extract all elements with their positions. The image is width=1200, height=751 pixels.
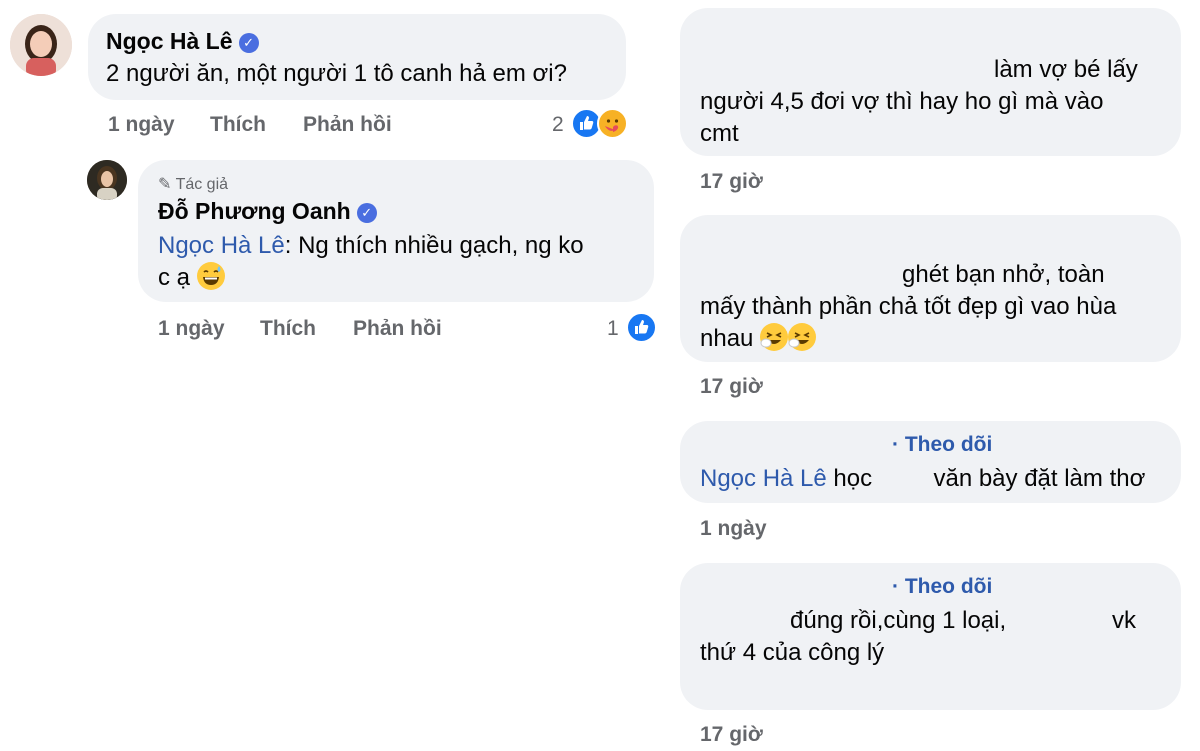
author-name[interactable]: Ngọc Hà Lê: [106, 28, 233, 54]
laughing-emoji-icon: [788, 323, 817, 351]
reply-bubble: ✎ Tác giả Đỗ Phương Oanh ✓ Ngọc Hà Lê: Ng…: [138, 160, 654, 302]
author-name[interactable]: Đỗ Phương Oanh: [158, 198, 351, 224]
comment-text: nhau: [700, 323, 817, 355]
like-button[interactable]: Thích: [260, 317, 316, 341]
reply-button[interactable]: Phản hồi: [303, 113, 392, 137]
comment-text: người 4,5 đơi vợ thì hay ho gì mà vào: [700, 88, 1104, 115]
verified-icon: ✓: [238, 33, 259, 53]
like-button[interactable]: Thích: [210, 113, 266, 137]
grin-sweat-emoji-icon: [196, 262, 225, 290]
comment-text: làm vợ bé lấy: [994, 56, 1138, 83]
author-badge-label: Tác giả: [175, 176, 229, 193]
comment-text: đúng rồi,cùng 1 loại,: [790, 607, 1007, 634]
comment-time[interactable]: 17 giờ: [700, 723, 763, 747]
comment-text: ghét bạn nhở, toàn: [902, 261, 1105, 288]
reaction-count[interactable]: 2: [552, 113, 564, 137]
mention-link[interactable]: Ngọc Hà Lê: [158, 232, 285, 259]
comment-text: Ngọc Hà Lê học văn bày đặt làm thơ: [700, 463, 1145, 495]
pencil-icon: ✎: [158, 176, 172, 193]
reply-time[interactable]: 1 ngày: [158, 317, 225, 341]
comment-author[interactable]: Ngọc Hà Lê ✓: [106, 28, 259, 55]
comment-bubble: Ngọc Hà Lê ✓ 2 người ăn, một người 1 tô c…: [88, 14, 626, 100]
comment-time[interactable]: 17 giờ: [700, 170, 763, 194]
like-reaction-icon: [626, 312, 657, 343]
comment-text: vk: [1112, 607, 1136, 634]
mention-link[interactable]: Ngọc Hà Lê: [700, 465, 827, 492]
comment-time[interactable]: 1 ngày: [700, 517, 767, 541]
comment-text-part: nhau: [700, 325, 754, 352]
comment-bubble: làm vợ bé lấy người 4,5 đơi vợ thì hay h…: [680, 8, 1181, 156]
reply-text-part: c ạ: [158, 264, 191, 291]
comment-time[interactable]: 1 ngày: [108, 113, 175, 137]
follow-button[interactable]: · Theo dõi: [892, 433, 992, 457]
comment-text: mấy thành phần chả tốt đẹp gì vao hùa: [700, 293, 1117, 320]
care-reaction-icon: [597, 108, 628, 139]
comment-text: 2 người ăn, một người 1 tô canh hả em ơi…: [106, 60, 567, 87]
comment-bubble: ghét bạn nhở, toàn mấy thành phần chả tố…: [680, 215, 1181, 362]
reply-author[interactable]: Đỗ Phương Oanh ✓: [158, 198, 377, 225]
author-badge: ✎ Tác giả: [158, 174, 228, 194]
comment-bubble: · Theo dõi đúng rồi,cùng 1 loại, vk thứ …: [680, 563, 1181, 710]
reply-text-part: : Ng thích nhiều gạch, ng ko: [284, 232, 584, 259]
avatar[interactable]: [87, 160, 127, 200]
laughing-emoji-icon: [760, 323, 789, 351]
reaction-count[interactable]: 1: [607, 317, 619, 341]
comment-text-part: văn bày đặt làm thơ: [933, 465, 1146, 492]
comment-bubble: · Theo dõi Ngọc Hà Lê học văn bày đặt là…: [680, 421, 1181, 503]
comment-time[interactable]: 17 giờ: [700, 375, 763, 399]
comment-text-part: học: [833, 465, 873, 492]
comment-text: thứ 4 của công lý: [700, 639, 885, 666]
reply-button[interactable]: Phản hồi: [353, 317, 442, 341]
avatar[interactable]: [10, 14, 72, 76]
follow-button[interactable]: · Theo dõi: [892, 575, 992, 599]
reply-text: Ngọc Hà Lê: Ng thích nhiều gạch, ng ko c…: [158, 230, 638, 294]
comment-text: cmt: [700, 120, 739, 147]
verified-icon: ✓: [356, 203, 377, 223]
